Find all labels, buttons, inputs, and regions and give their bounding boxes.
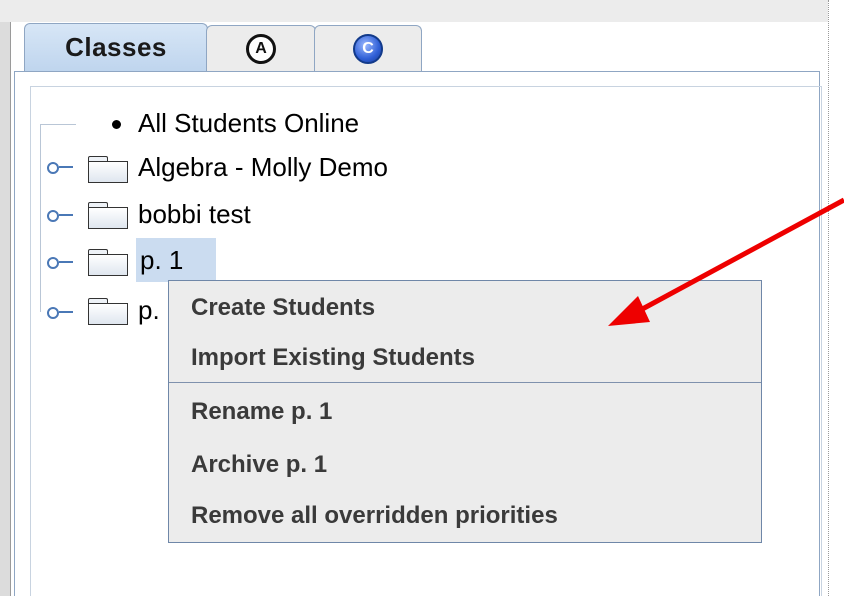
annotation-arrow-head <box>608 296 650 326</box>
annotation-arrow <box>608 197 844 326</box>
annotation-arrow-shaft <box>633 197 844 316</box>
